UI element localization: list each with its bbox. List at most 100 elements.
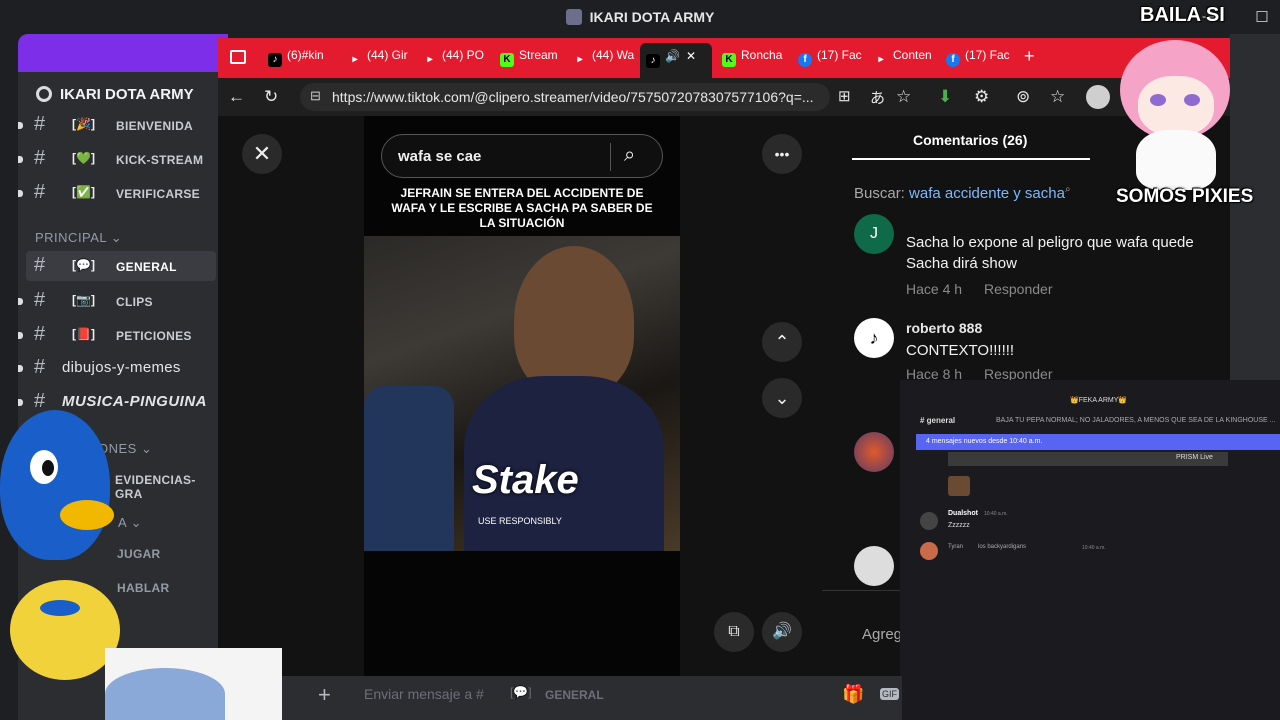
close-tab-icon[interactable]: ✕	[686, 49, 696, 63]
app-titlebar: IKARI DOTA ARMY — ☐	[0, 0, 1280, 34]
search-input[interactable]: wafa se cae	[398, 148, 481, 165]
emoji-image	[948, 476, 970, 496]
avatar[interactable]	[920, 512, 938, 530]
tab-6[interactable]: K Roncha	[722, 48, 790, 70]
new-tab-button[interactable]: +	[1024, 46, 1044, 68]
gear-icon	[36, 86, 52, 102]
gift-icon[interactable]: 🎁	[842, 684, 864, 705]
more-icon[interactable]: •••	[762, 134, 802, 174]
chat-time: 10:40 a.m.	[984, 511, 1008, 517]
tab-5[interactable]: ▸ (44) Wa	[573, 48, 638, 70]
channel-bienvenida[interactable]: # [🎉] BIENVENIDA	[18, 110, 218, 140]
message-bar: + Enviar mensaje a # [💬] GENERAL 🎁 GIF	[282, 676, 902, 720]
chat-user[interactable]: Tyran	[948, 544, 963, 550]
reload-icon[interactable]: ↻	[264, 87, 278, 107]
translate-icon[interactable]: あ	[870, 87, 885, 108]
download-icon[interactable]: ⬇	[938, 87, 952, 107]
speaker-icon[interactable]: 🔊	[665, 49, 680, 63]
kick-icon: K	[722, 53, 736, 67]
tiktok-search-bar[interactable]: wafa se cae ⌕	[381, 134, 663, 178]
youtube-icon: ▸	[427, 54, 433, 65]
address-bar: ← ↻ ⊟ https://www.tiktok.com/@clipero.st…	[218, 78, 1230, 116]
prism-label: PRISM Live	[1176, 454, 1213, 461]
volume-icon[interactable]: 🔊	[762, 612, 802, 652]
channel-label: dibujos-y-memes	[62, 359, 181, 376]
chevron-down-icon[interactable]: ⌄	[762, 378, 802, 418]
add-comment-input[interactable]: Agreg	[862, 626, 902, 643]
back-icon[interactable]: ←	[228, 87, 245, 107]
unread-dot	[18, 122, 23, 129]
comment-text: CONTEXTO!!!!!!	[906, 342, 1015, 359]
maximize-button[interactable]: ☐	[1250, 8, 1274, 26]
pip-icon[interactable]: ⧉	[714, 612, 754, 652]
install-icon[interactable]: ⊞	[838, 87, 851, 105]
message-channel: GENERAL	[545, 688, 604, 702]
site-info-icon[interactable]: ⊟	[310, 88, 321, 104]
avatar[interactable]	[1086, 85, 1110, 109]
new-messages-bar[interactable]: 4 mensajes nuevos desde 10:40 a.m.	[916, 434, 1280, 450]
hash-icon: #	[34, 356, 46, 378]
tiktok-icon: ♪	[268, 53, 282, 67]
sponsor-sub: USE RESPONSIBLY	[478, 516, 562, 526]
tab-1[interactable]: ♪ (6)#kin	[268, 48, 338, 70]
comment-user[interactable]: roberto 888	[906, 320, 982, 336]
youtube-icon: ▸	[878, 54, 884, 65]
channel-general[interactable]: # [💬] GENERAL	[26, 251, 216, 281]
youtube-icon: ▸	[577, 54, 583, 65]
reply-button[interactable]: Responder	[984, 281, 1053, 297]
channel-clips[interactable]: # [📷] CLIPS	[18, 286, 218, 316]
beak	[60, 500, 114, 530]
chat-message: Zzzzzz	[948, 522, 970, 529]
server-name[interactable]: IKARI DOTA ARMY	[36, 86, 194, 103]
avatar[interactable]	[920, 542, 938, 560]
gif-icon[interactable]: GIF	[880, 688, 899, 700]
tab-active-tiktok[interactable]: ♪ 🔊 ✕	[640, 43, 712, 78]
avatar[interactable]	[854, 432, 894, 472]
comments-search[interactable]: Buscar: wafa accidente y sacha⌕	[854, 184, 1071, 202]
chat-user[interactable]: Dualshot	[948, 510, 978, 517]
channel-verificarse[interactable]: # [✅] VERIFICARSE	[18, 178, 218, 208]
category-principal[interactable]: PRINCIPAL ⌄	[35, 230, 122, 246]
chat-message: los backyardigans	[978, 544, 1027, 550]
tab-strip: ♪ (6)#kin ▸ (44) Gir ▸ (44) PO K Stream ▸ (44…	[218, 38, 1230, 78]
url-text: https://www.tiktok.com/@clipero.streamer…	[332, 89, 814, 105]
avatar[interactable]: J	[854, 214, 894, 254]
star-icon[interactable]: ☆	[896, 87, 911, 107]
profile-switch-icon[interactable]: ⊚	[1016, 87, 1030, 107]
favorites-icon[interactable]: ☆	[1050, 87, 1065, 107]
server-banner	[18, 34, 228, 72]
white-overlay	[105, 648, 282, 720]
sponsor-logo: Stake	[472, 458, 579, 502]
extensions-icon[interactable]: ⚙	[974, 87, 989, 107]
overlay-chat: 👑FEKA ARMY👑 # general BAJA TU PEPA NORMA…	[900, 380, 1280, 720]
channel-dibujos-y-memes[interactable]: # dibujos-y-memes	[18, 353, 218, 383]
chat-channel[interactable]: # general	[920, 416, 955, 425]
channel-peticiones[interactable]: # [📕] PETICIONES	[18, 320, 218, 350]
facebook-icon: f	[946, 53, 960, 67]
tab-actions-icon[interactable]	[230, 50, 246, 64]
tab-9[interactable]: f (17) Fac	[946, 48, 1016, 70]
channel-label: CLIPS	[116, 295, 153, 309]
channel-kick-stream[interactable]: # [💚] KICK-STREAM	[18, 144, 218, 174]
url-field[interactable]: ⊟ https://www.tiktok.com/@clipero.stream…	[300, 83, 830, 111]
tiktok-icon[interactable]: ♪	[854, 318, 894, 358]
tab-8[interactable]: ▸ Conten	[874, 48, 936, 70]
hash-icon: #	[34, 289, 46, 311]
tab-3[interactable]: ▸ (44) PO	[423, 48, 488, 70]
tab-2[interactable]: ▸ (44) Gir	[348, 48, 413, 70]
message-input[interactable]: Enviar mensaje a #	[364, 686, 484, 702]
comments-header[interactable]: Comentarios (26)	[913, 132, 1027, 148]
tiktok-icon: ♪	[646, 54, 660, 68]
chevron-up-icon[interactable]: ⌃	[762, 322, 802, 362]
add-attachment-button[interactable]: +	[318, 682, 331, 708]
hash-icon: #	[34, 254, 46, 276]
overlay-top-text: BAILA SI	[1140, 4, 1225, 26]
chat-bubble-icon: [💬]	[510, 685, 532, 699]
close-icon[interactable]: ✕	[242, 134, 282, 174]
tab-7[interactable]: f (17) Fac	[798, 48, 864, 70]
comment-time: Hace 4 h	[906, 281, 963, 297]
avatar[interactable]	[854, 546, 894, 586]
search-icon[interactable]: ⌕	[624, 144, 635, 167]
hash-icon: #	[34, 323, 46, 345]
tab-4[interactable]: K Stream	[500, 48, 562, 70]
